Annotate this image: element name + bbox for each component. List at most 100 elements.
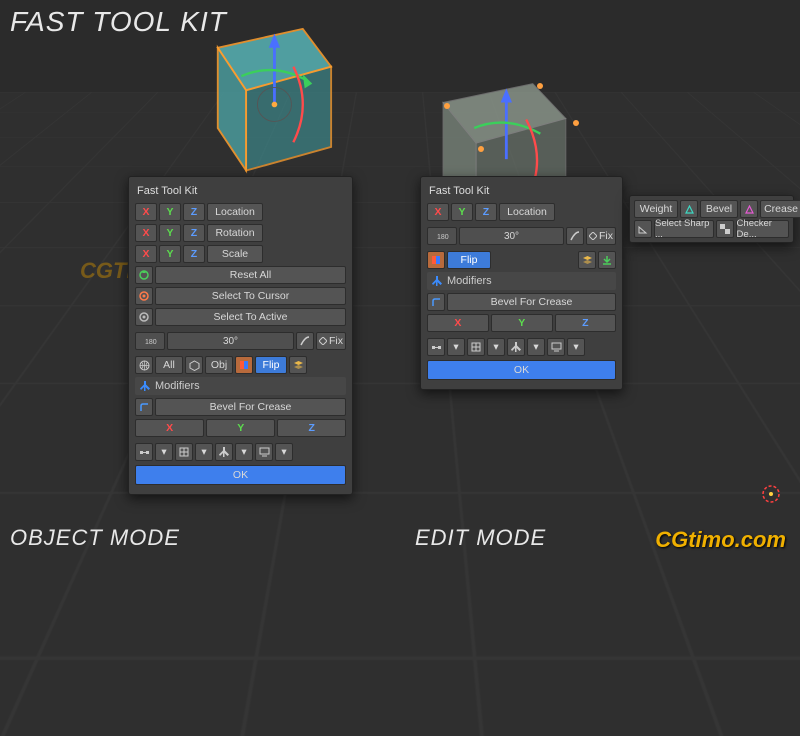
active-icon[interactable] (135, 308, 153, 326)
wrench-icon (140, 381, 150, 391)
bevel-button[interactable]: Bevel (700, 200, 738, 218)
modifiers-label: Modifiers (155, 380, 200, 392)
target-marker-icon (760, 483, 782, 505)
cursor-icon[interactable] (135, 287, 153, 305)
svg-text:180: 180 (145, 339, 157, 346)
dropdown-icon[interactable]: ▾ (155, 443, 173, 461)
flip-icon[interactable] (427, 251, 445, 269)
angle-field-icon[interactable]: 180 (427, 227, 457, 245)
angle-field-icon[interactable]: 180 (135, 332, 165, 350)
mod-z-button[interactable]: Z (555, 314, 616, 332)
title-text: FAST TOOL KIT (10, 6, 227, 38)
crease-tri-icon[interactable] (740, 200, 758, 218)
select-sharp-button[interactable]: Select Sharp ... (654, 220, 714, 238)
location-row: X Y Z Location (135, 203, 346, 221)
curve-icon[interactable] (566, 227, 584, 245)
modifiers-header[interactable]: Modifiers (427, 272, 616, 290)
dropdown-icon[interactable]: ▾ (487, 338, 505, 356)
modifiers-label: Modifiers (447, 275, 492, 287)
scale-row: X Y Z Scale (135, 245, 346, 263)
ok-button[interactable]: OK (135, 465, 346, 485)
wrench-small-icon[interactable] (507, 338, 525, 356)
flip-icon[interactable] (235, 356, 253, 374)
object-panel: Fast Tool Kit X Y Z Location X Y Z Rotat… (128, 176, 353, 495)
download-icon[interactable] (598, 251, 616, 269)
mod-y-button[interactable]: Y (206, 419, 275, 437)
z-button[interactable]: Z (475, 203, 497, 221)
ok-button[interactable]: OK (427, 360, 616, 380)
mod-x-button[interactable]: X (427, 314, 489, 332)
angle-value[interactable]: 30° (459, 227, 564, 245)
wrench-small-icon[interactable] (215, 443, 233, 461)
bevel-icon[interactable] (427, 293, 445, 311)
angle-value[interactable]: 30° (167, 332, 294, 350)
grid-icon[interactable] (467, 338, 485, 356)
wrench-icon (432, 276, 442, 286)
bevel-tri-icon[interactable] (680, 200, 698, 218)
weight-button[interactable]: Weight (634, 200, 678, 218)
panel-title: Fast Tool Kit (135, 183, 346, 203)
reset-all-button[interactable]: Reset All (155, 266, 346, 284)
x-button[interactable]: X (427, 203, 449, 221)
reset-icon[interactable] (135, 266, 153, 284)
all-button[interactable]: All (155, 356, 183, 374)
modifiers-header[interactable]: Modifiers (135, 377, 346, 395)
bevel-icon[interactable] (135, 398, 153, 416)
mod-z-button[interactable]: Z (277, 419, 346, 437)
x-button[interactable]: X (135, 245, 157, 263)
dropdown-icon[interactable]: ▾ (195, 443, 213, 461)
select-to-cursor-button[interactable]: Select To Cursor (155, 287, 346, 305)
panel-title: Fast Tool Kit (427, 183, 616, 203)
watermark: CGtimo.com (655, 527, 786, 553)
location-button[interactable]: Location (207, 203, 263, 221)
z-button[interactable]: Z (183, 224, 205, 242)
checker-deselect-button[interactable]: Checker De... (736, 220, 789, 238)
flip-button[interactable]: Flip (447, 251, 491, 269)
obj-button[interactable]: Obj (205, 356, 233, 374)
fix-button[interactable]: Fix (586, 227, 616, 245)
crease-button[interactable]: Crease (760, 200, 800, 218)
mod-y-button[interactable]: Y (491, 314, 553, 332)
weight-panel: Weight Bevel Crease Select Sharp ... Che… (629, 195, 794, 243)
x-button[interactable]: X (135, 203, 157, 221)
mod-x-button[interactable]: X (135, 419, 204, 437)
edit-mode-label: EDIT MODE (415, 525, 546, 551)
z-button[interactable]: Z (183, 245, 205, 263)
bevel-for-crease-button[interactable]: Bevel For Crease (155, 398, 346, 416)
z-button[interactable]: Z (183, 203, 205, 221)
y-button[interactable]: Y (159, 203, 181, 221)
dropdown-icon[interactable]: ▾ (235, 443, 253, 461)
stack-icon[interactable] (578, 251, 596, 269)
monitor-icon[interactable] (255, 443, 273, 461)
globe-icon[interactable] (135, 356, 153, 374)
location-row: X Y Z Location (427, 203, 616, 221)
mesh-icon[interactable] (135, 443, 153, 461)
select-to-active-button[interactable]: Select To Active (155, 308, 346, 326)
rotation-button[interactable]: Rotation (207, 224, 263, 242)
scale-button[interactable]: Scale (207, 245, 263, 263)
grid-icon[interactable] (175, 443, 193, 461)
cube-icon[interactable] (185, 356, 203, 374)
y-button[interactable]: Y (451, 203, 473, 221)
curve-icon[interactable] (296, 332, 314, 350)
rotation-row: X Y Z Rotation (135, 224, 346, 242)
svg-text:180: 180 (437, 234, 449, 241)
y-button[interactable]: Y (159, 245, 181, 263)
dropdown-icon[interactable]: ▾ (567, 338, 585, 356)
angle-icon[interactable] (634, 220, 652, 238)
monitor-icon[interactable] (547, 338, 565, 356)
dropdown-icon[interactable]: ▾ (275, 443, 293, 461)
checker-icon[interactable] (716, 220, 734, 238)
y-button[interactable]: Y (159, 224, 181, 242)
dropdown-icon[interactable]: ▾ (447, 338, 465, 356)
bevel-for-crease-button[interactable]: Bevel For Crease (447, 293, 616, 311)
object-mode-label: OBJECT MODE (10, 525, 180, 551)
flip-button[interactable]: Flip (255, 356, 287, 374)
x-button[interactable]: X (135, 224, 157, 242)
fix-button[interactable]: Fix (316, 332, 346, 350)
stack-icon[interactable] (289, 356, 307, 374)
dropdown-icon[interactable]: ▾ (527, 338, 545, 356)
mesh-icon[interactable] (427, 338, 445, 356)
location-button[interactable]: Location (499, 203, 555, 221)
edit-panel: Fast Tool Kit X Y Z Location 180 30° Fix… (420, 176, 623, 390)
